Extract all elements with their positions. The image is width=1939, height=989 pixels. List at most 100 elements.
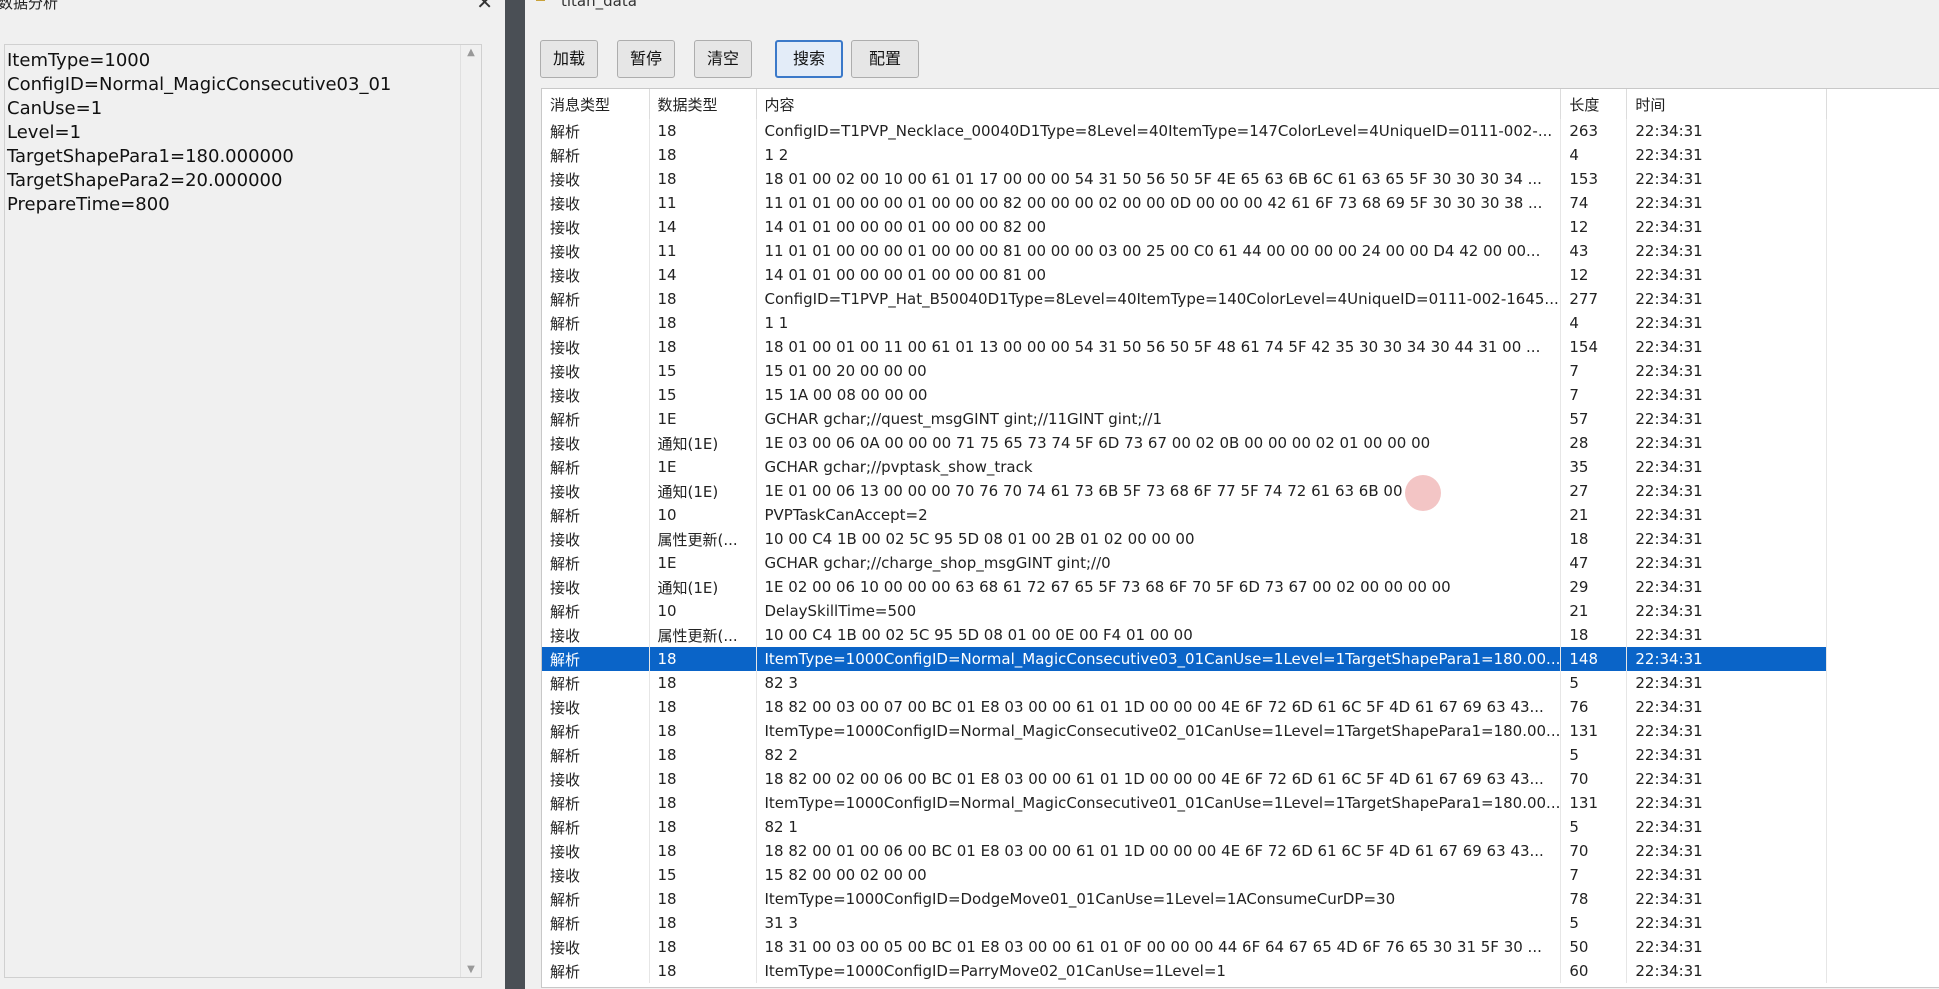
- cell-length: 57: [1560, 407, 1628, 431]
- cell-data-type: 18: [649, 335, 757, 359]
- cell-length: 74: [1560, 191, 1628, 215]
- cell-content: 15 01 00 20 00 00 00: [756, 359, 1562, 383]
- cell-data-type: 15: [649, 383, 757, 407]
- table-row[interactable]: 解析 18 ConfigID=T1PVP_Necklace_00040D1Type=…: [542, 119, 1828, 143]
- cell-msg-type: 接收: [542, 167, 650, 191]
- table-row[interactable]: 接收 通知(1E) 1E 01 00 06 13 00 00 00 70 76 70…: [542, 479, 1828, 503]
- table-row[interactable]: 接收 15 15 1A 00 08 00 00 00 7 22:34:31: [542, 383, 1828, 407]
- table-row[interactable]: 解析 18 ItemType=1000ConfigID=Normal_MagicCo…: [542, 791, 1828, 815]
- column-header-data-type[interactable]: 数据类型: [649, 89, 757, 119]
- column-header-time[interactable]: 时间: [1626, 89, 1828, 119]
- cell-data-type: 18: [649, 671, 757, 695]
- cell-time: 22:34:31: [1626, 455, 1828, 479]
- cell-content: 10 00 C4 1B 00 02 5C 95 5D 08 01 00 0E 0…: [756, 623, 1562, 647]
- search-button[interactable]: 搜索: [775, 40, 843, 78]
- table-row[interactable]: 解析 18 ItemType=1000ConfigID=Normal_MagicCo…: [542, 647, 1828, 671]
- cell-content: 1E 02 00 06 10 00 00 00 63 68 61 72 67 6…: [756, 575, 1562, 599]
- table-row[interactable]: 解析 18 ItemType=1000ConfigID=Normal_MagicCo…: [542, 719, 1828, 743]
- vertical-scrollbar[interactable]: ▲ ▼: [460, 45, 481, 977]
- table-row[interactable]: 接收 11 11 01 01 00 00 00 01 00 00 00 82 00 …: [542, 191, 1828, 215]
- cell-length: 70: [1560, 839, 1628, 863]
- column-header-content[interactable]: 内容: [756, 89, 1562, 119]
- close-icon[interactable]: ✕: [476, 0, 493, 14]
- cell-time: 22:34:31: [1626, 647, 1828, 671]
- scroll-down-icon[interactable]: ▼: [461, 964, 481, 975]
- analysis-text-area[interactable]: ItemType=1000 ConfigID=Normal_MagicConsec…: [4, 44, 482, 978]
- cell-length: 7: [1560, 359, 1628, 383]
- table-row[interactable]: 接收 11 11 01 01 00 00 00 01 00 00 00 81 00 …: [542, 239, 1828, 263]
- table-row[interactable]: 解析 18 1 2 4 22:34:31: [542, 143, 1828, 167]
- config-button[interactable]: 配置: [851, 40, 919, 78]
- table-row[interactable]: 接收 18 18 31 00 03 00 05 00 BC 01 E8 03 00 …: [542, 935, 1828, 959]
- cell-length: 50: [1560, 935, 1628, 959]
- cell-length: 4: [1560, 311, 1628, 335]
- cell-content: 82 2: [756, 743, 1562, 767]
- cell-msg-type: 解析: [542, 599, 650, 623]
- cell-msg-type: 解析: [542, 119, 650, 143]
- table-row[interactable]: 接收 18 18 01 00 01 00 11 00 61 01 13 00 00 …: [542, 335, 1828, 359]
- table-row[interactable]: 接收 属性更新(... 10 00 C4 1B 00 02 5C 95 5D 08 …: [542, 623, 1828, 647]
- cell-data-type: 10: [649, 503, 757, 527]
- cell-content: 82 3: [756, 671, 1562, 695]
- table-row[interactable]: 解析 18 82 1 5 22:34:31: [542, 815, 1828, 839]
- pause-button[interactable]: 暂停: [617, 40, 675, 78]
- table-row[interactable]: 接收 18 18 82 00 03 00 07 00 BC 01 E8 03 00 …: [542, 695, 1828, 719]
- cell-content: ItemType=1000ConfigID=ParryMove02_01CanU…: [756, 959, 1562, 983]
- table-row[interactable]: 接收 18 18 01 00 02 00 10 00 61 01 17 00 00 …: [542, 167, 1828, 191]
- table-row[interactable]: 解析 1E GCHAR gchar;//quest_msgGINT gint;//1…: [542, 407, 1828, 431]
- table-row[interactable]: 解析 1E GCHAR gchar;//charge_shop_msgGINT gi…: [542, 551, 1828, 575]
- column-header-length[interactable]: 长度: [1560, 89, 1628, 119]
- cell-length: 153: [1560, 167, 1628, 191]
- table-row[interactable]: 接收 14 14 01 01 00 00 00 01 00 00 00 82 00 1…: [542, 215, 1828, 239]
- message-table[interactable]: 消息类型 数据类型 内容 长度 时间 解析 18 ConfigID=T1PVP_Ne…: [541, 88, 1939, 988]
- table-row[interactable]: 解析 18 31 3 5 22:34:31: [542, 911, 1828, 935]
- table-row[interactable]: 解析 18 ItemType=1000ConfigID=DodgeMove01_01…: [542, 887, 1828, 911]
- cell-msg-type: 解析: [542, 911, 650, 935]
- scroll-up-icon[interactable]: ▲: [461, 47, 481, 58]
- cell-data-type: 18: [649, 959, 757, 983]
- cell-msg-type: 接收: [542, 431, 650, 455]
- cell-msg-type: 接收: [542, 359, 650, 383]
- table-row[interactable]: 解析 18 82 2 5 22:34:31: [542, 743, 1828, 767]
- table-row[interactable]: 解析 10 PVPTaskCanAccept=2 21 22:34:31: [542, 503, 1828, 527]
- cell-time: 22:34:31: [1626, 215, 1828, 239]
- cell-msg-type: 接收: [542, 695, 650, 719]
- load-button[interactable]: 加载: [540, 40, 598, 78]
- main-window: titan_data 加载 暂停 清空 搜索 配置 消息类型 数据类型 内容 长…: [525, 0, 1939, 989]
- clear-button[interactable]: 清空: [694, 40, 752, 78]
- cell-data-type: 14: [649, 215, 757, 239]
- table-row[interactable]: 接收 15 15 82 00 00 02 00 00 7 22:34:31: [542, 863, 1828, 887]
- cell-time: 22:34:31: [1626, 575, 1828, 599]
- table-row[interactable]: 解析 18 ItemType=1000ConfigID=ParryMove02_01…: [542, 959, 1828, 983]
- cell-length: 43: [1560, 239, 1628, 263]
- cell-content: 18 82 00 01 00 06 00 BC 01 E8 03 00 00 6…: [756, 839, 1562, 863]
- table-row[interactable]: 解析 18 82 3 5 22:34:31: [542, 671, 1828, 695]
- cell-length: 263: [1560, 119, 1628, 143]
- table-row[interactable]: 解析 18 1 1 4 22:34:31: [542, 311, 1828, 335]
- table-row[interactable]: 解析 10 DelaySkillTime=500 21 22:34:31: [542, 599, 1828, 623]
- cell-length: 18: [1560, 623, 1628, 647]
- cell-time: 22:34:31: [1626, 623, 1828, 647]
- table-row[interactable]: 接收 通知(1E) 1E 02 00 06 10 00 00 00 63 68 61…: [542, 575, 1828, 599]
- analysis-line: Level=1: [7, 122, 82, 143]
- table-row[interactable]: 接收 通知(1E) 1E 03 00 06 0A 00 00 00 71 75 65…: [542, 431, 1828, 455]
- table-row[interactable]: 接收 14 14 01 01 00 00 00 01 00 00 00 81 00 1…: [542, 263, 1828, 287]
- cell-msg-type: 接收: [542, 335, 650, 359]
- cell-time: 22:34:31: [1626, 551, 1828, 575]
- message-grid: 消息类型 数据类型 内容 长度 时间 解析 18 ConfigID=T1PVP_Ne…: [542, 89, 1828, 983]
- analysis-line: ItemType=1000: [7, 50, 151, 71]
- table-row[interactable]: 接收 属性更新(... 10 00 C4 1B 00 02 5C 95 5D 08 …: [542, 527, 1828, 551]
- cell-content: 1E 01 00 06 13 00 00 00 70 76 70 74 61 7…: [756, 479, 1562, 503]
- table-row[interactable]: 解析 1E GCHAR gchar;//pvptask_show_track 35 22…: [542, 455, 1828, 479]
- table-row[interactable]: 接收 18 18 82 00 02 00 06 00 BC 01 E8 03 00 …: [542, 767, 1828, 791]
- table-row[interactable]: 接收 18 18 82 00 01 00 06 00 BC 01 E8 03 00 …: [542, 839, 1828, 863]
- table-row[interactable]: 解析 18 ConfigID=T1PVP_Hat_B50040D1Type=8Lev…: [542, 287, 1828, 311]
- cell-length: 18: [1560, 527, 1628, 551]
- cell-data-type: 18: [649, 839, 757, 863]
- cell-msg-type: 接收: [542, 935, 650, 959]
- cell-content: GCHAR gchar;//pvptask_show_track: [756, 455, 1562, 479]
- column-header-msg-type[interactable]: 消息类型: [542, 89, 650, 119]
- cell-length: 7: [1560, 863, 1628, 887]
- cell-content: 18 01 00 01 00 11 00 61 01 13 00 00 00 5…: [756, 335, 1562, 359]
- table-row[interactable]: 接收 15 15 01 00 20 00 00 00 7 22:34:31: [542, 359, 1828, 383]
